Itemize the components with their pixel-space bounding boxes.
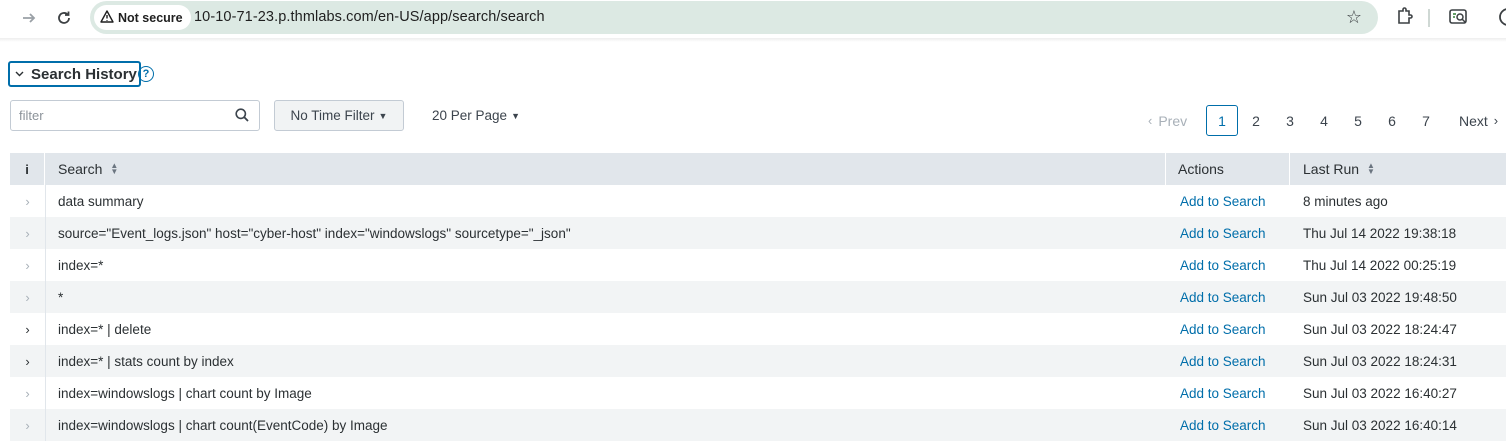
search-query: index=windowslogs | chart count(EventCod… bbox=[58, 417, 388, 433]
add-to-search-link[interactable]: Add to Search bbox=[1180, 281, 1266, 313]
forward-icon[interactable] bbox=[16, 5, 42, 31]
add-to-search-link[interactable]: Add to Search bbox=[1180, 377, 1266, 409]
caret-down-icon: ▼ bbox=[378, 110, 388, 121]
page-button-6[interactable]: 6 bbox=[1376, 105, 1408, 136]
add-to-search-link[interactable]: Add to Search bbox=[1180, 409, 1266, 441]
table-row: › index=* | delete Add to Search Sun Jul… bbox=[10, 313, 1506, 345]
chevron-left-icon: ‹ bbox=[1148, 113, 1153, 128]
add-to-search-link[interactable]: Add to Search bbox=[1180, 345, 1266, 377]
search-query: data summary bbox=[58, 193, 144, 209]
filter-field[interactable] bbox=[10, 100, 260, 131]
search-query: source="Event_logs.json" host="cyber-hos… bbox=[58, 225, 571, 241]
address-bar[interactable]: Not secure 10-10-71-23.p.thmlabs.com/en-… bbox=[90, 1, 1378, 34]
table-row: › data summary Add to Search 8 minutes a… bbox=[10, 185, 1506, 217]
pagination-next[interactable]: Next › bbox=[1459, 105, 1498, 136]
page-button-1[interactable]: 1 bbox=[1206, 105, 1238, 136]
last-run-value: Sun Jul 03 2022 19:48:50 bbox=[1303, 289, 1457, 305]
search-column-header[interactable]: Search ▲ ▼ bbox=[45, 153, 1166, 185]
extensions-icon[interactable] bbox=[1394, 7, 1416, 29]
info-column-header: i bbox=[10, 153, 45, 185]
table-row: › index=windowslogs | chart count(EventC… bbox=[10, 409, 1506, 441]
add-to-search-link[interactable]: Add to Search bbox=[1180, 313, 1266, 345]
last-run-value: Sun Jul 03 2022 18:24:47 bbox=[1303, 321, 1457, 337]
table-row: › index=* | stats count by index Add to … bbox=[10, 345, 1506, 377]
search-query: index=windowslogs | chart count by Image bbox=[58, 385, 312, 401]
search-history-toggle[interactable]: Search History bbox=[8, 61, 141, 87]
last-run-column-header[interactable]: Last Run ▲ ▼ bbox=[1290, 153, 1506, 185]
per-page-dropdown[interactable]: 20 Per Page ▼ bbox=[432, 108, 520, 123]
add-to-search-link[interactable]: Add to Search bbox=[1180, 249, 1266, 281]
last-run-value: Sun Jul 03 2022 16:40:27 bbox=[1303, 385, 1457, 401]
last-run-value: Sun Jul 03 2022 18:24:31 bbox=[1303, 353, 1457, 369]
expand-row-icon[interactable]: › bbox=[10, 217, 45, 249]
page-button-4[interactable]: 4 bbox=[1308, 105, 1340, 136]
profile-avatar[interactable] bbox=[1498, 7, 1506, 29]
sort-icon: ▲ ▼ bbox=[110, 161, 119, 176]
page-button-2[interactable]: 2 bbox=[1240, 105, 1272, 136]
url-text: 10-10-71-23.p.thmlabs.com/en-US/app/sear… bbox=[194, 9, 545, 25]
last-run-value: Thu Jul 14 2022 19:38:18 bbox=[1303, 225, 1457, 241]
expand-row-icon[interactable]: › bbox=[10, 281, 45, 313]
reading-list-icon[interactable] bbox=[1448, 7, 1470, 29]
last-run-value: Sun Jul 03 2022 16:40:14 bbox=[1303, 417, 1457, 433]
bookmark-star-icon[interactable]: ☆ bbox=[1346, 7, 1362, 28]
search-query: * bbox=[58, 289, 64, 305]
add-to-search-link[interactable]: Add to Search bbox=[1180, 185, 1266, 217]
search-query: index=* | delete bbox=[58, 321, 152, 337]
last-run-value: Thu Jul 14 2022 00:25:19 bbox=[1303, 257, 1457, 273]
reload-icon[interactable] bbox=[51, 5, 77, 31]
expand-row-icon[interactable]: › bbox=[10, 377, 45, 409]
security-label: Not secure bbox=[118, 10, 183, 25]
table-header: i Search ▲ ▼ Actions Last Run ▲ ▼ bbox=[10, 153, 1506, 185]
filter-input[interactable] bbox=[11, 101, 229, 130]
expand-row-icon[interactable]: › bbox=[10, 185, 45, 217]
search-query: index=* | stats count by index bbox=[58, 353, 234, 369]
next-label: Next bbox=[1459, 112, 1488, 129]
chevron-down-icon bbox=[15, 68, 24, 80]
caret-down-icon: ▼ bbox=[511, 110, 520, 121]
time-filter-button[interactable]: No Time Filter ▼ bbox=[274, 100, 404, 131]
page-title: Search History bbox=[31, 65, 137, 83]
pagination-prev[interactable]: ‹ Prev bbox=[1148, 105, 1187, 136]
expand-row-icon[interactable]: › bbox=[10, 345, 45, 377]
warning-icon bbox=[100, 9, 114, 26]
sort-icon: ▲ ▼ bbox=[1367, 161, 1375, 176]
page-button-3[interactable]: 3 bbox=[1274, 105, 1306, 136]
table-row: › index=windowslogs | chart count by Ima… bbox=[10, 377, 1506, 409]
chevron-right-icon: › bbox=[1493, 113, 1499, 128]
search-query: index=* bbox=[58, 257, 104, 273]
add-to-search-link[interactable]: Add to Search bbox=[1180, 217, 1266, 249]
help-icon[interactable]: ? bbox=[138, 66, 154, 82]
prev-label: Prev bbox=[1158, 112, 1188, 129]
per-page-label: 20 Per Page bbox=[432, 108, 508, 123]
table-row: › * Add to Search Sun Jul 03 2022 19:48:… bbox=[10, 281, 1506, 313]
last-run-value: 8 minutes ago bbox=[1303, 193, 1388, 209]
toolbar-divider bbox=[1428, 9, 1430, 27]
last-run-column-label: Last Run bbox=[1303, 161, 1360, 177]
table-row: › source="Event_logs.json" host="cyber-h… bbox=[10, 217, 1506, 249]
expand-row-icon[interactable]: › bbox=[10, 313, 45, 345]
search-icon[interactable] bbox=[235, 108, 249, 122]
search-history-table: i Search ▲ ▼ Actions Last Run ▲ ▼ › data s… bbox=[10, 153, 1506, 441]
browser-toolbar: Not secure 10-10-71-23.p.thmlabs.com/en-… bbox=[0, 0, 1506, 36]
toolbar-shadow bbox=[0, 38, 1506, 42]
time-filter-label: No Time Filter bbox=[290, 108, 375, 123]
page-button-7[interactable]: 7 bbox=[1410, 105, 1442, 136]
search-column-label: Search bbox=[58, 161, 103, 177]
expand-row-icon[interactable]: › bbox=[10, 249, 45, 281]
expand-row-icon[interactable]: › bbox=[10, 409, 45, 441]
actions-column-header: Actions bbox=[1166, 153, 1290, 185]
table-row: › index=* Add to Search Thu Jul 14 2022 … bbox=[10, 249, 1506, 281]
page-button-5[interactable]: 5 bbox=[1342, 105, 1374, 136]
security-chip[interactable]: Not secure bbox=[94, 5, 191, 30]
